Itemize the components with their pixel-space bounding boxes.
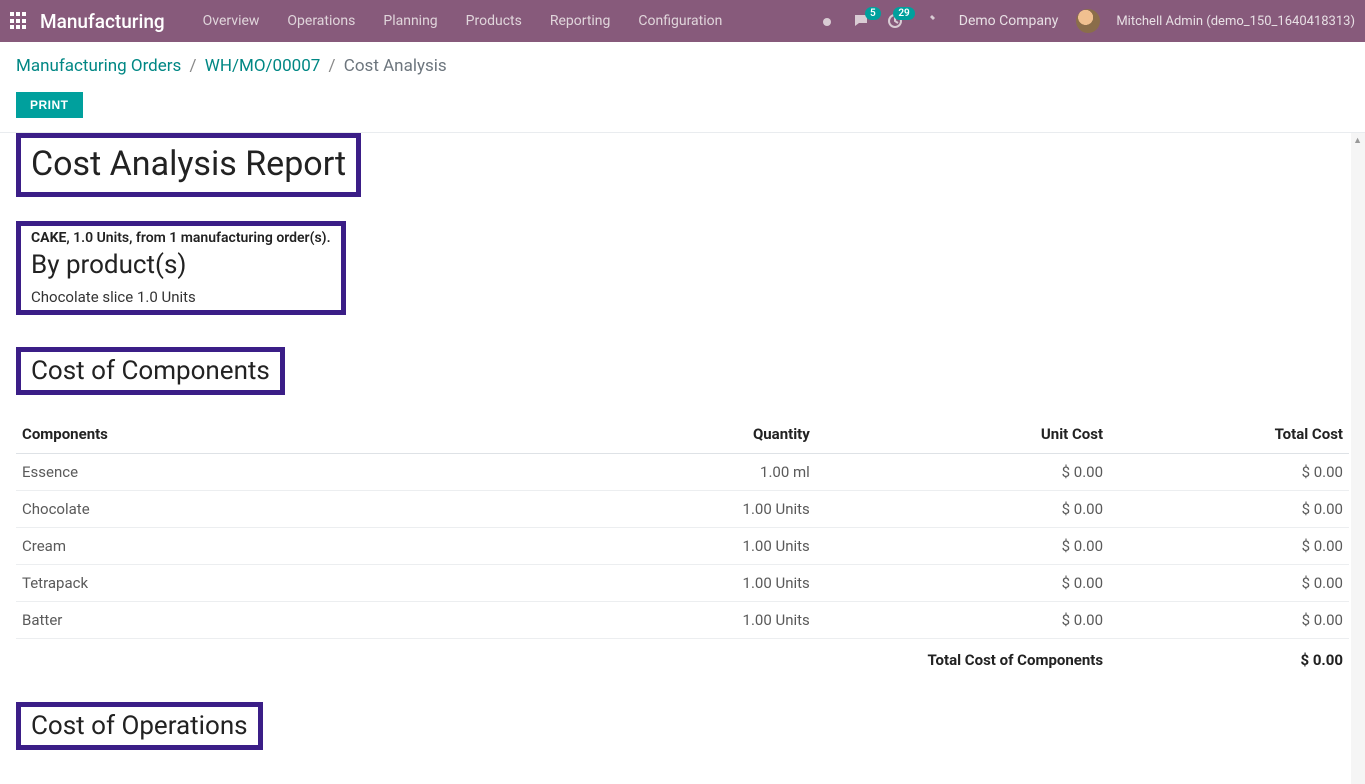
col-unit-cost: Unit Cost xyxy=(816,415,1109,454)
app-brand[interactable]: Manufacturing xyxy=(40,10,165,33)
cell-name: Essence xyxy=(16,453,576,490)
total-label: Total Cost of Components xyxy=(816,638,1109,678)
cell-unit: $ 0.00 xyxy=(816,601,1109,638)
breadcrumb: Manufacturing Orders / WH/MO/00007 / Cos… xyxy=(16,56,1349,76)
operations-title-box: Cost of Operations xyxy=(16,702,263,750)
col-components: Components xyxy=(16,415,576,454)
cell-unit: $ 0.00 xyxy=(816,527,1109,564)
cell-name: Cream xyxy=(16,527,576,564)
cell-name: Batter xyxy=(16,601,576,638)
tools-icon[interactable] xyxy=(917,13,941,29)
user-avatar[interactable] xyxy=(1076,9,1100,33)
menu-planning[interactable]: Planning xyxy=(369,0,451,42)
report-content: ▲ Cost Analysis Report CAKE, 1.0 Units, … xyxy=(0,133,1365,784)
messages-badge: 5 xyxy=(865,7,881,20)
col-total-cost: Total Cost xyxy=(1109,415,1349,454)
cell-unit: $ 0.00 xyxy=(816,490,1109,527)
summary-box: CAKE, 1.0 Units, from 1 manufacturing or… xyxy=(16,221,346,315)
menu-configuration[interactable]: Configuration xyxy=(624,0,736,42)
cell-qty: 1.00 Units xyxy=(576,564,816,601)
summary-product: CAKE xyxy=(31,230,66,246)
breadcrumb-sep: / xyxy=(329,56,336,76)
scroll-up-arrow[interactable]: ▲ xyxy=(1353,135,1362,146)
company-selector[interactable]: Demo Company xyxy=(951,13,1067,29)
menu-reporting[interactable]: Reporting xyxy=(536,0,625,42)
cell-total: $ 0.00 xyxy=(1109,527,1349,564)
cell-qty: 1.00 Units xyxy=(576,527,816,564)
byproduct-line: Chocolate slice 1.0 Units xyxy=(31,288,331,306)
table-row: Batter1.00 Units$ 0.00$ 0.00 xyxy=(16,601,1349,638)
top-navbar: Manufacturing Overview Operations Planni… xyxy=(0,0,1365,42)
print-button[interactable]: PRINT xyxy=(16,92,83,118)
debug-icon[interactable] xyxy=(815,13,839,29)
menu-operations[interactable]: Operations xyxy=(273,0,369,42)
menu-products[interactable]: Products xyxy=(452,0,536,42)
cell-name: Chocolate xyxy=(16,490,576,527)
breadcrumb-current: Cost Analysis xyxy=(344,56,447,76)
cell-total: $ 0.00 xyxy=(1109,601,1349,638)
cell-unit: $ 0.00 xyxy=(816,453,1109,490)
messages-icon[interactable]: 5 xyxy=(849,13,873,29)
table-header-row: Components Quantity Unit Cost Total Cost xyxy=(16,415,1349,454)
breadcrumb-link-mo[interactable]: WH/MO/00007 xyxy=(205,56,321,76)
table-row: Chocolate1.00 Units$ 0.00$ 0.00 xyxy=(16,490,1349,527)
components-table: Components Quantity Unit Cost Total Cost… xyxy=(16,415,1349,678)
table-row: Tetrapack1.00 Units$ 0.00$ 0.00 xyxy=(16,564,1349,601)
cell-total: $ 0.00 xyxy=(1109,490,1349,527)
byproducts-title: By product(s) xyxy=(31,250,331,280)
cell-total: $ 0.00 xyxy=(1109,453,1349,490)
breadcrumb-link-orders[interactable]: Manufacturing Orders xyxy=(16,56,181,76)
table-row: Cream1.00 Units$ 0.00$ 0.00 xyxy=(16,527,1349,564)
cell-qty: 1.00 Units xyxy=(576,601,816,638)
summary-line: CAKE, 1.0 Units, from 1 manufacturing or… xyxy=(31,230,331,246)
nav-right: 5 29 Demo Company Mitchell Admin (demo_1… xyxy=(815,9,1355,33)
cell-name: Tetrapack xyxy=(16,564,576,601)
components-title-box: Cost of Components xyxy=(16,347,285,395)
summary-rest: , 1.0 Units, from 1 manufacturing order(… xyxy=(66,230,330,246)
report-title: Cost Analysis Report xyxy=(31,142,346,188)
cell-qty: 1.00 ml xyxy=(576,453,816,490)
breadcrumb-sep: / xyxy=(190,56,197,76)
activities-badge: 29 xyxy=(893,7,914,20)
col-quantity: Quantity xyxy=(576,415,816,454)
scrollbar[interactable]: ▲ xyxy=(1351,133,1365,784)
report-title-box: Cost Analysis Report xyxy=(16,133,361,197)
user-name[interactable]: Mitchell Admin (demo_150_1640418313) xyxy=(1116,14,1355,29)
table-row: Essence1.00 ml$ 0.00$ 0.00 xyxy=(16,453,1349,490)
activities-icon[interactable]: 29 xyxy=(883,13,907,29)
components-total-row: Total Cost of Components $ 0.00 xyxy=(16,638,1349,678)
components-title: Cost of Components xyxy=(31,356,270,386)
total-value: $ 0.00 xyxy=(1109,638,1349,678)
breadcrumb-bar: Manufacturing Orders / WH/MO/00007 / Cos… xyxy=(0,42,1365,86)
main-menu: Overview Operations Planning Products Re… xyxy=(189,0,737,42)
operations-title: Cost of Operations xyxy=(31,711,248,741)
apps-icon[interactable] xyxy=(10,12,28,30)
menu-overview[interactable]: Overview xyxy=(189,0,274,42)
cell-qty: 1.00 Units xyxy=(576,490,816,527)
cell-total: $ 0.00 xyxy=(1109,564,1349,601)
cell-unit: $ 0.00 xyxy=(816,564,1109,601)
